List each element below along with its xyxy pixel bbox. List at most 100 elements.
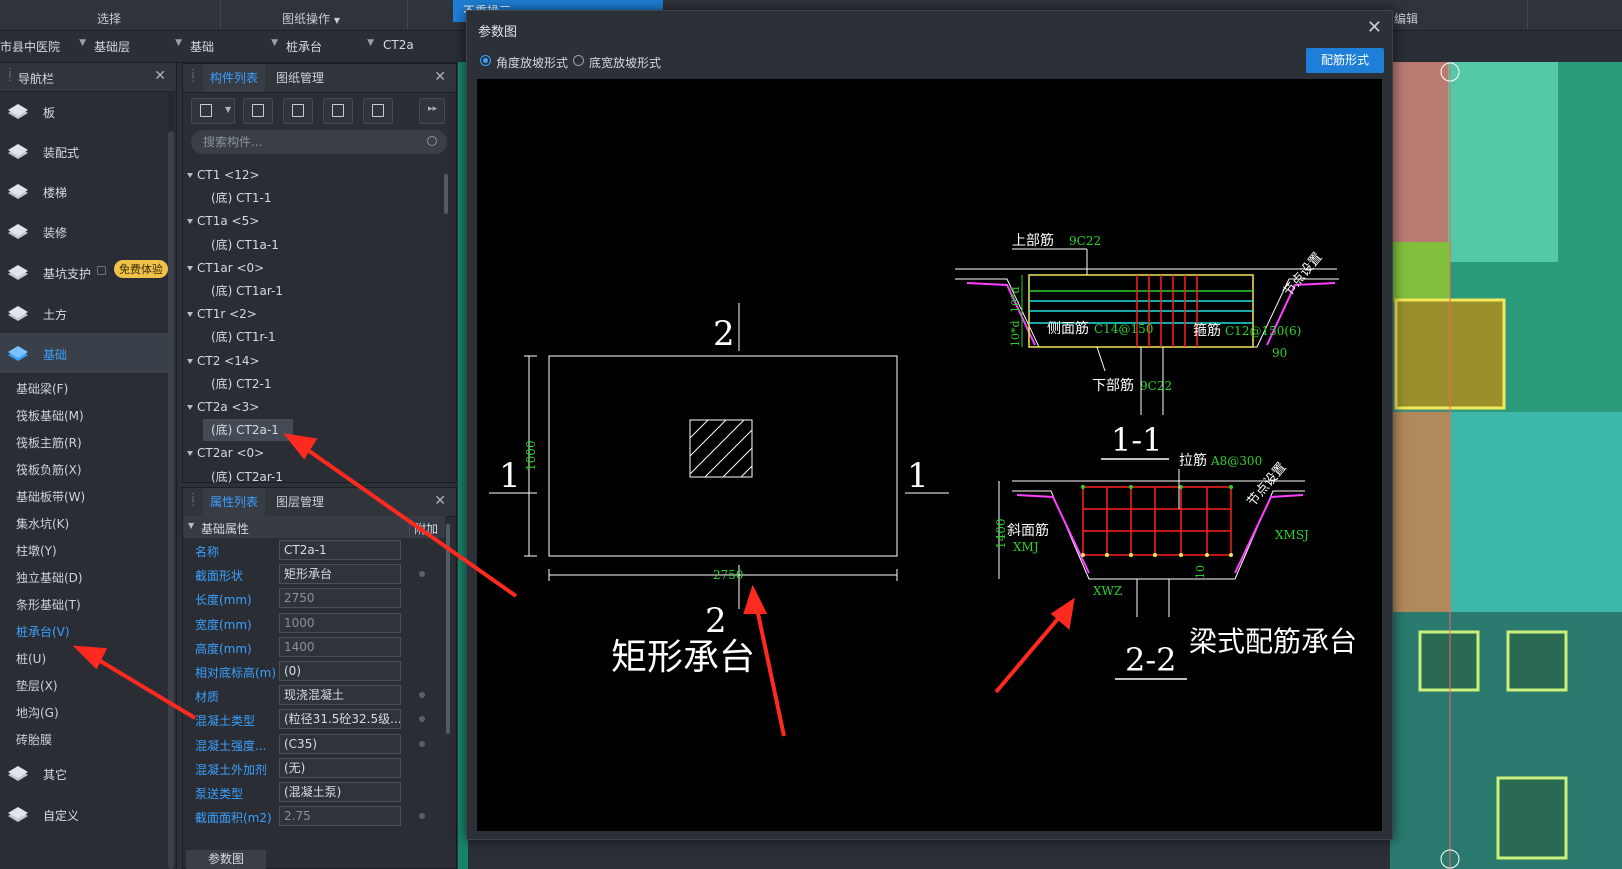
search-input[interactable] [191,130,447,154]
nav-sub-item[interactable]: 基础板带(W) [16,488,85,505]
tab-parameter-diagram[interactable]: 参数图 [186,850,266,869]
tree-item[interactable]: (底) CT1ar-1 [203,280,283,302]
nav-category-6[interactable]: 基础 [0,333,168,373]
nav-sub-item[interactable]: 条形基础(T) [16,596,81,613]
nav-scrollbar[interactable] [168,91,174,869]
nav-sub-item[interactable]: 桩(U) [16,650,46,667]
extra-checkbox[interactable] [419,716,425,723]
property-value-field[interactable]: 现浇混凝土 [279,685,401,706]
nav-category-2[interactable]: 楼梯 [0,171,168,211]
nav-category-4[interactable]: 基坑支护 免费体验 [0,252,168,292]
tree-item[interactable]: (底) CT2ar-1 [203,466,283,488]
tree-group[interactable]: CT1ar <0> [187,257,264,279]
nav-sub-item[interactable]: 地沟(G) [16,704,59,721]
property-scrollbar[interactable] [446,524,450,734]
property-value-field[interactable]: 2750 [279,588,401,609]
tree-group[interactable]: CT1a <5> [187,210,259,232]
extra-checkbox[interactable] [419,740,425,747]
canvas-region [1390,412,1450,612]
ribbon-drawing-ops[interactable]: 图纸操作 ▼ [282,10,340,27]
nav-bottom-category-1[interactable]: 自定义 [0,794,168,834]
tree-item[interactable]: (底) CT2a-1 [203,419,293,442]
property-value-field[interactable]: 2.75 [279,806,401,827]
property-value-field[interactable]: (C35) [279,733,401,754]
tree-group[interactable]: CT2a <3> [187,396,259,418]
nav-category-5[interactable]: 土方 [0,293,168,333]
nav-sub-item[interactable]: 独立基础(D) [16,569,83,586]
close-icon[interactable]: ✕ [434,493,446,509]
tab-layer-management[interactable]: 图层管理 [269,488,331,516]
close-icon[interactable]: ✕ [434,69,446,85]
drag-handle-icon[interactable]: ⋮ ⋮ [188,493,198,509]
nav-sub-item[interactable]: 筏板基础(M) [16,407,84,424]
tree-item[interactable]: (底) CT1r-1 [203,326,276,348]
close-icon[interactable]: ✕ [154,68,166,84]
close-icon[interactable]: ✕ [1367,17,1382,38]
more-button[interactable]: ▸▸ [419,98,445,124]
copy-component-button[interactable] [243,98,273,124]
reinforcement-form-button[interactable]: 配筋形式 [1306,48,1384,73]
extra-checkbox[interactable] [419,813,425,820]
drawing-canvas[interactable] [1390,62,1622,869]
tab-component-list[interactable]: 构件列表 [203,64,266,92]
name-select[interactable]: CT2a [383,38,453,52]
tree-scrollbar[interactable] [444,174,448,214]
drag-handle-icon[interactable]: ⋮ ⋮ [188,69,198,85]
radio-bottom-width-slope-label: 底宽放坡形式 [589,56,662,70]
property-value-field[interactable]: 矩形承台 [279,564,401,585]
extra-checkbox[interactable] [419,571,425,578]
nav-category-3[interactable]: 装修 [0,211,168,251]
nav-category-1[interactable]: 装配式 [0,131,168,171]
ribbon-separator [407,0,408,30]
nav-sub-item[interactable]: 柱墩(Y) [16,542,57,559]
property-value-field[interactable]: 1400 [279,636,401,657]
tree-item[interactable]: (底) CT1-1 [203,187,272,209]
property-key: 名称 [195,545,220,559]
search-icon[interactable] [427,136,437,146]
property-value-field[interactable]: 1000 [279,612,401,633]
drag-handle-icon[interactable]: ⋮ ⋮ [5,68,15,84]
nav-sub-item[interactable]: 砖胎膜 [16,731,52,748]
nav-scroll-thumb[interactable] [168,131,174,869]
property-value-field[interactable]: (0) [279,661,401,681]
property-value-field[interactable]: (粒径31.5砼32.5级... [279,709,401,730]
nav-category-0[interactable]: 板 [0,91,168,131]
ribbon-select[interactable]: 选择 [97,10,121,27]
nav-sub-item[interactable]: 筏板负筋(X) [16,461,82,478]
property-value-field[interactable]: CT2a-1 [279,540,401,560]
tab-property-list[interactable]: 属性列表 [203,488,266,516]
ribbon-edit[interactable]: 编辑 [1394,10,1418,27]
tree-group[interactable]: CT1 <12> [187,164,260,186]
dim-10d-text: 10*d [1009,286,1022,313]
nav-sub-item[interactable]: 筏板主筋(R) [16,434,82,451]
save-component-button[interactable] [363,98,393,124]
duplicate-layer-button[interactable] [323,98,353,124]
new-component-button[interactable]: ▼ [191,98,235,124]
hatch-line [704,429,753,478]
tree-item[interactable]: (底) CT1a-1 [203,234,279,256]
foundation-icon [8,346,28,361]
property-value-field[interactable]: (无) [279,757,401,778]
property-value-field[interactable]: (混凝土泵) [279,782,401,802]
tree-item[interactable]: (底) CT2-1 [203,373,272,395]
layer-select[interactable]: 基础层 ▼ [94,38,182,55]
delete-component-button[interactable] [283,98,313,124]
nav-category-label: 基坑支护 [43,267,92,281]
nav-sub-item[interactable]: 集水坑(K) [16,515,69,532]
extra-checkbox[interactable] [419,692,425,699]
side-bar-value: C14@150 [1094,322,1153,336]
category-select[interactable]: 基础 ▼ [190,38,278,55]
nav-sub-item[interactable]: 桩承台(V) [16,623,70,640]
tree-group[interactable]: CT1r <2> [187,303,257,325]
property-group-header[interactable]: ▼ 基础属性 附加 [183,516,445,538]
tree-group[interactable]: CT2ar <0> [187,442,264,464]
nav-sub-item[interactable]: 垫层(X) [16,677,58,694]
nav-sub-item[interactable]: 基础梁(F) [16,380,68,397]
tree-group[interactable]: CT2 <14> [187,350,260,372]
property-row: 混凝土强度... (C35) [183,732,445,756]
free-trial-badge[interactable]: 免费体验 [114,260,168,278]
type-select[interactable]: 桩承台 ▼ [286,38,374,55]
project-select[interactable]: 市县中医院 ▼ [0,38,86,55]
tab-drawing-management[interactable]: 图纸管理 [269,64,331,92]
nav-bottom-category-0[interactable]: 其它 [0,753,168,793]
